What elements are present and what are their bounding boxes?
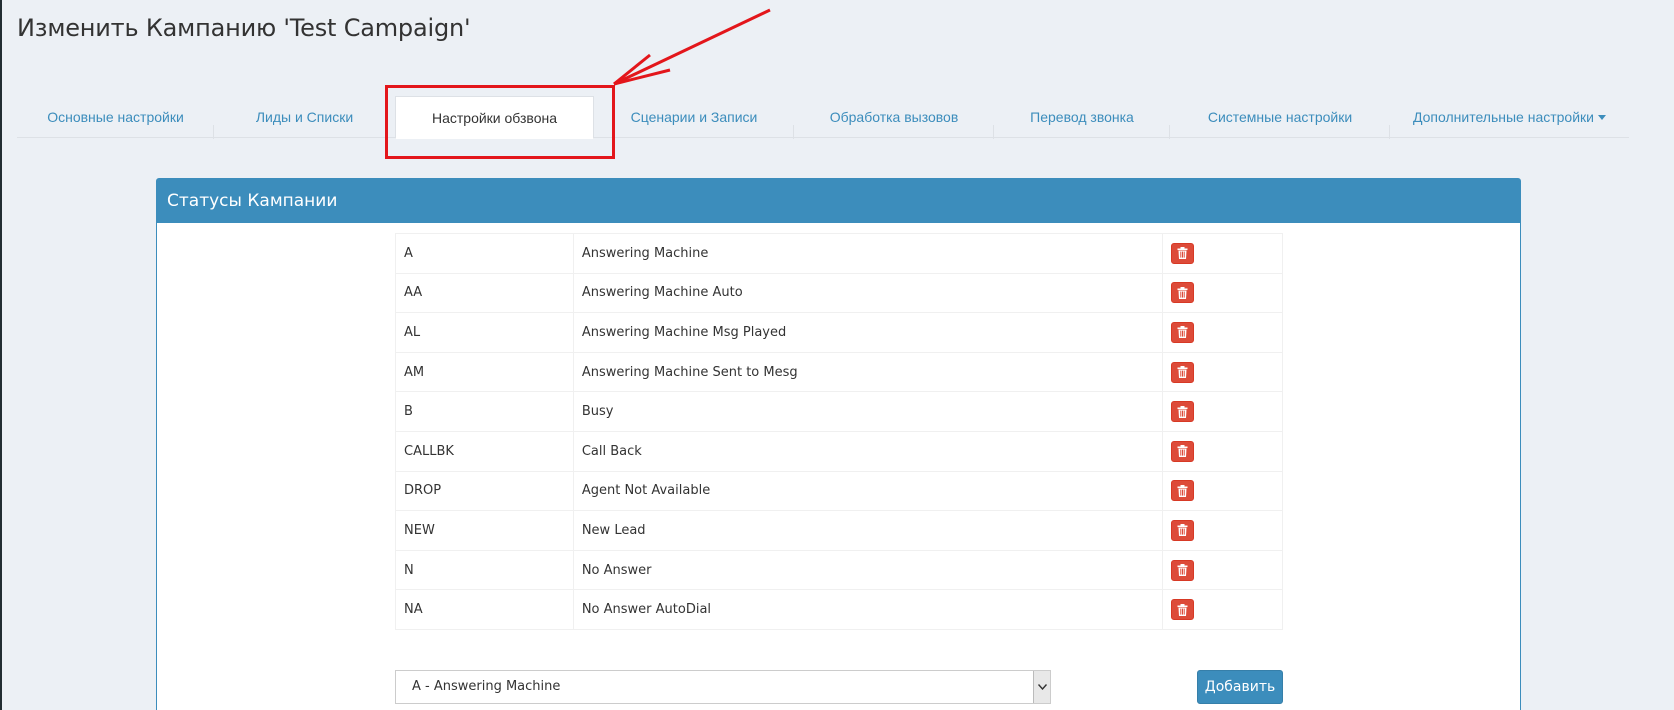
status-actions xyxy=(1162,510,1283,551)
chevron-down-icon[interactable] xyxy=(1033,671,1050,703)
status-code: CALLBK xyxy=(395,430,574,472)
trash-icon xyxy=(1177,445,1188,458)
table-row: AA Answering Machine Auto xyxy=(395,272,1283,314)
status-actions xyxy=(1162,391,1283,432)
status-actions xyxy=(1162,272,1283,314)
delete-status-button[interactable] xyxy=(1171,440,1195,462)
table-row: CALLBK Call Back xyxy=(395,430,1283,472)
status-actions xyxy=(1162,470,1283,512)
trash-icon xyxy=(1177,326,1188,339)
status-code: NEW xyxy=(395,510,574,551)
panel-title: Статусы Кампании xyxy=(157,179,1520,223)
delete-status-button[interactable] xyxy=(1171,242,1195,264)
tab-additional-settings[interactable]: Дополнительные настройки xyxy=(1390,96,1629,138)
status-code: NA xyxy=(395,589,574,630)
delete-status-button[interactable] xyxy=(1171,559,1195,581)
campaign-statuses-panel: Статусы Кампании A Answering Machine AA Ans… xyxy=(156,178,1521,710)
trash-icon xyxy=(1177,564,1188,577)
tab-label: Обработка вызовов xyxy=(829,109,959,125)
tab-call-transfer[interactable]: Перевод звонка xyxy=(994,96,1170,139)
status-select[interactable]: A - Answering Machine xyxy=(395,670,1051,704)
delete-status-button[interactable] xyxy=(1171,401,1195,423)
status-description: No Answer xyxy=(572,549,1164,591)
delete-status-button[interactable] xyxy=(1171,321,1195,343)
tab-leads-lists[interactable]: Лиды и Списки xyxy=(214,96,395,138)
status-description: Busy xyxy=(572,391,1164,432)
delete-status-button[interactable] xyxy=(1171,361,1195,383)
status-description: Answering Machine Msg Played xyxy=(572,312,1164,353)
status-description: Answering Machine Sent to Mesg xyxy=(572,351,1164,393)
sidebar-edge xyxy=(0,0,2,710)
status-code: DROP xyxy=(395,470,574,512)
trash-icon xyxy=(1177,405,1188,418)
status-description: Answering Machine xyxy=(572,233,1164,274)
tab-label: Основные настройки xyxy=(47,109,184,125)
tab-label: Системные настройки xyxy=(1207,109,1353,125)
table-row: NA No Answer AutoDial xyxy=(395,589,1283,630)
status-description: New Lead xyxy=(572,510,1164,551)
status-code: AL xyxy=(395,312,574,353)
trash-icon xyxy=(1177,603,1188,616)
trash-icon xyxy=(1177,286,1188,299)
status-code: N xyxy=(395,549,574,591)
add-button[interactable]: Добавить xyxy=(1197,670,1283,704)
caret-down-icon xyxy=(1597,114,1606,120)
table-row: DROP Agent Not Available xyxy=(395,470,1283,512)
table-row: A Answering Machine xyxy=(395,233,1283,274)
status-code: B xyxy=(395,391,574,432)
table-row: AM Answering Machine Sent to Mesg xyxy=(395,351,1283,393)
add-status-row: A - Answering Machine Добавить xyxy=(395,670,1283,704)
tab-label: Дополнительные настройки xyxy=(1413,109,1594,125)
status-description: Agent Not Available xyxy=(572,470,1164,512)
tab-call-handling[interactable]: Обработка вызовов xyxy=(794,96,994,139)
annotation-highlight-box xyxy=(385,85,615,159)
status-actions xyxy=(1162,430,1283,472)
trash-icon xyxy=(1177,366,1188,379)
tab-bar: Основные настройки Лиды и Списки Настрой… xyxy=(17,96,1629,139)
status-actions xyxy=(1162,351,1283,393)
status-description: Call Back xyxy=(572,430,1164,472)
delete-status-button[interactable] xyxy=(1171,480,1195,502)
status-code: A xyxy=(395,233,574,274)
status-actions xyxy=(1162,549,1283,591)
table-row: AL Answering Machine Msg Played xyxy=(395,312,1283,353)
status-actions xyxy=(1162,589,1283,630)
status-table: A Answering Machine AA Answering Machine Au… xyxy=(395,233,1283,630)
status-select-value: A - Answering Machine xyxy=(412,679,561,694)
delete-status-button[interactable] xyxy=(1171,519,1195,541)
delete-status-button[interactable] xyxy=(1171,599,1195,621)
table-row: N No Answer xyxy=(395,549,1283,591)
tab-label: Перевод звонка xyxy=(1030,109,1134,125)
page-title: Изменить Кампанию 'Test Campaign' xyxy=(17,14,471,42)
table-row: NEW New Lead xyxy=(395,510,1283,551)
tab-label: Сценарии и Записи xyxy=(630,109,758,125)
status-actions xyxy=(1162,233,1283,274)
tab-label: Лиды и Списки xyxy=(255,109,354,125)
status-description: No Answer AutoDial xyxy=(572,589,1164,630)
table-row: B Busy xyxy=(395,391,1283,432)
trash-icon xyxy=(1177,247,1188,260)
trash-icon xyxy=(1177,524,1188,537)
status-code: AM xyxy=(395,351,574,393)
delete-status-button[interactable] xyxy=(1171,282,1195,304)
status-description: Answering Machine Auto xyxy=(572,272,1164,314)
tab-scripts-recordings[interactable]: Сценарии и Записи xyxy=(594,96,794,139)
tab-basic-settings[interactable]: Основные настройки xyxy=(17,96,214,139)
status-code: AA xyxy=(395,272,574,314)
status-actions xyxy=(1162,312,1283,353)
trash-icon xyxy=(1177,484,1188,497)
tab-system-settings[interactable]: Системные настройки xyxy=(1170,96,1390,139)
